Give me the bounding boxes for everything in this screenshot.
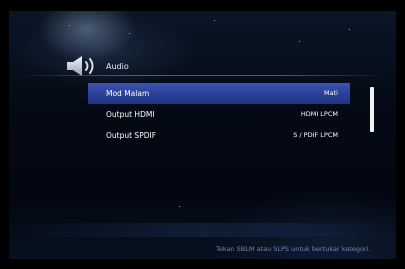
star — [129, 33, 130, 34]
star — [214, 20, 215, 21]
scrollbar[interactable] — [370, 87, 374, 132]
menu-item-value: Mati — [324, 89, 338, 97]
tv-frame: Audio Mod Malam Mati Output HDMI HDMI LP… — [0, 0, 405, 269]
help-hint: Tekan SBLM atau SLPS untuk bertukar kate… — [216, 245, 371, 253]
settings-screen: Audio Mod Malam Mati Output HDMI HDMI LP… — [9, 11, 396, 259]
footer-glow — [9, 223, 396, 237]
menu-item-hdmi-output[interactable]: Output HDMI HDMI LPCM — [88, 104, 350, 125]
star — [349, 29, 350, 30]
settings-menu: Mod Malam Mati Output HDMI HDMI LPCM Out… — [88, 83, 350, 146]
menu-item-value: S / PDIF LPCM — [293, 131, 338, 139]
star — [299, 41, 300, 42]
star — [69, 25, 70, 26]
speaker-icon — [67, 56, 94, 76]
menu-item-night-mode[interactable]: Mod Malam Mati — [88, 83, 350, 104]
page-title: Audio — [106, 62, 129, 71]
header-divider — [17, 75, 389, 76]
menu-item-label: Output HDMI — [106, 110, 155, 119]
menu-item-label: Mod Malam — [106, 89, 150, 98]
menu-item-label: Output SPDIF — [106, 131, 157, 140]
menu-item-value: HDMI LPCM — [300, 110, 338, 118]
menu-item-spdif-output[interactable]: Output SPDIF S / PDIF LPCM — [88, 125, 350, 146]
star — [179, 206, 180, 207]
